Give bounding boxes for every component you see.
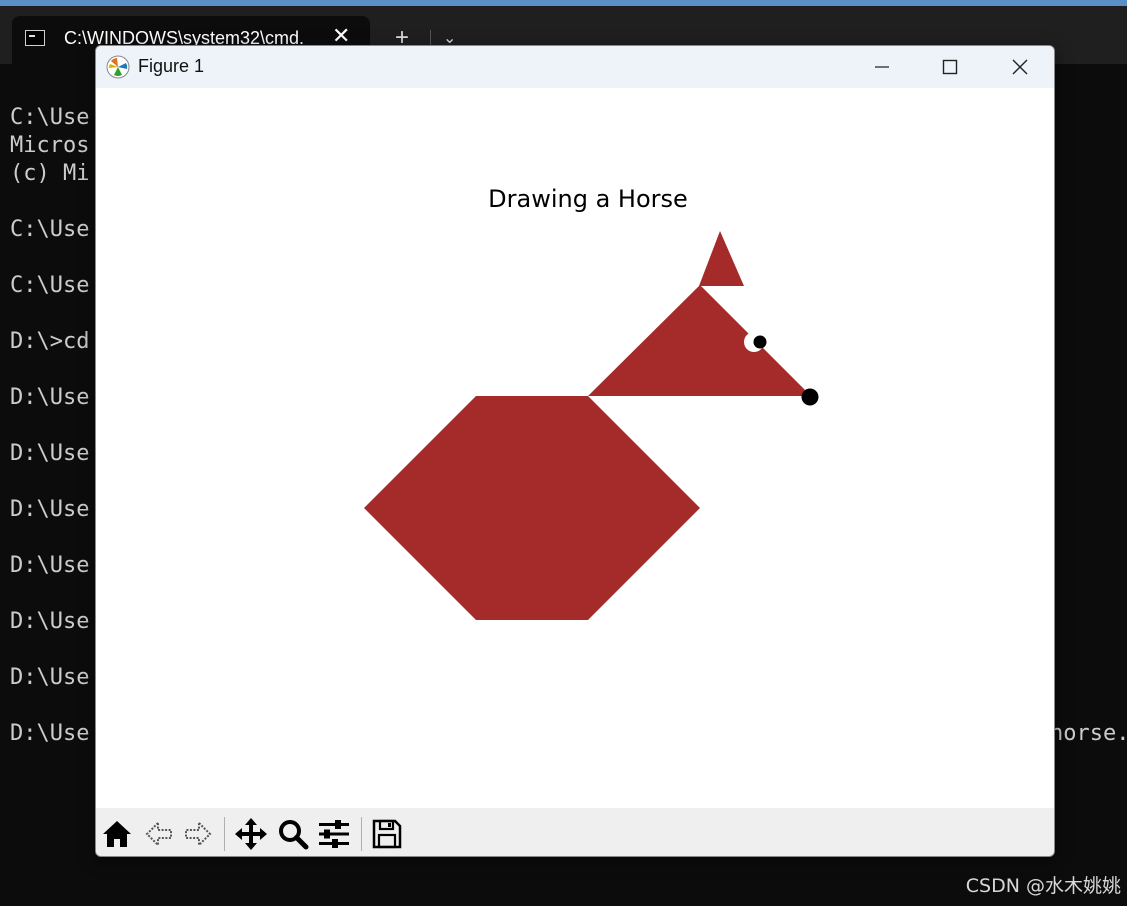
minimize-icon [875, 66, 889, 68]
terminal-line: D:\Use [10, 721, 90, 746]
forward-icon [185, 820, 212, 848]
configure-subplots-icon [319, 820, 349, 848]
back-icon [145, 820, 172, 848]
terminal-line: D:\Use [10, 665, 90, 690]
back-button[interactable] [141, 816, 177, 852]
horse-ear [699, 231, 744, 286]
horse-drawing: Drawing a Horse [364, 185, 819, 620]
horse-eye [753, 335, 767, 349]
plot-canvas[interactable]: Drawing a Horse [96, 88, 1054, 808]
plot-title: Drawing a Horse [488, 185, 688, 213]
terminal-line: C:\Use [10, 105, 90, 130]
terminal-line: D:\Use [10, 441, 90, 466]
horse-body [364, 396, 700, 620]
close-button[interactable] [986, 46, 1054, 88]
zoom-button[interactable] [275, 816, 311, 852]
zoom-icon [279, 820, 309, 850]
pan-icon [235, 818, 267, 850]
maximize-button[interactable] [916, 46, 984, 88]
home-icon [103, 821, 131, 847]
maximize-icon [942, 59, 958, 75]
figure-toolbar [96, 808, 1054, 856]
terminal-line: D:\Use [10, 553, 90, 578]
terminal-line: Micros [10, 133, 90, 158]
forward-button[interactable] [180, 816, 216, 852]
close-icon [1012, 59, 1028, 75]
terminal-line: (c) Mi [10, 161, 90, 186]
terminal-line: C:\Use [10, 217, 90, 242]
horse-head [588, 285, 811, 396]
terminal-line: D:\Use [10, 609, 90, 634]
cmd-icon [25, 30, 45, 46]
terminal-line-tail: horse. [1050, 721, 1127, 746]
save-button[interactable] [369, 816, 405, 852]
terminal-line: D:\Use [10, 497, 90, 522]
terminal-line: D:\Use [10, 385, 90, 410]
toolbar-separator [361, 817, 362, 851]
pan-button[interactable] [233, 816, 269, 852]
terminal-line: C:\Use [10, 273, 90, 298]
save-icon [372, 819, 402, 849]
horse-nose [801, 388, 819, 406]
figure-titlebar[interactable]: Figure 1 [96, 46, 1054, 88]
configure-subplots-button[interactable] [316, 816, 352, 852]
minimize-button[interactable] [848, 46, 916, 88]
toolbar-separator [224, 817, 225, 851]
figure-window: Figure 1 Drawing a Horse [95, 45, 1055, 857]
matplotlib-logo-icon [106, 55, 130, 79]
figure-window-title: Figure 1 [138, 56, 205, 76]
terminal-line: D:\>cd [10, 329, 90, 354]
watermark: CSDN @水木姚姚 [965, 875, 1121, 897]
home-button[interactable] [99, 816, 135, 852]
